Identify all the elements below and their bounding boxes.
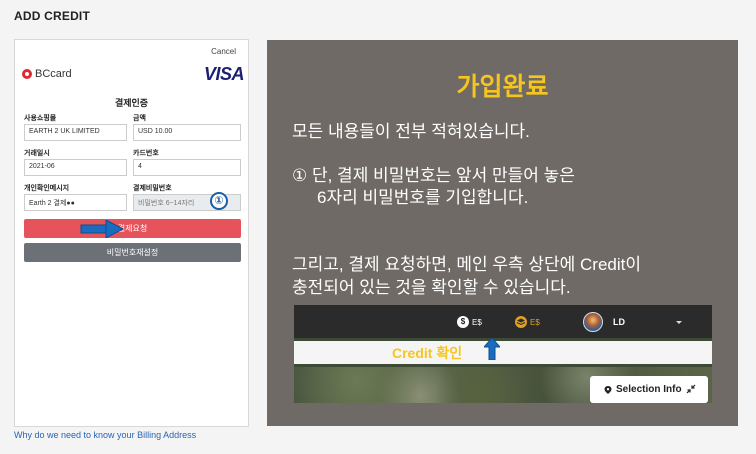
info-panel: 가입완료 모든 내용들이 전부 적혀있습니다. ① 단, 결제 비밀번호는 앞서… [267, 40, 738, 426]
card-number-label: 카드번호 [133, 150, 159, 157]
arrow-right-icon [80, 220, 124, 238]
dollar-icon: $ [457, 316, 469, 328]
currency-2-label: E$ [530, 317, 540, 327]
password-label: 결제비밀번호 [133, 185, 172, 192]
info-line-3: 6자리 비밀번호를 기입합니다. [317, 188, 529, 207]
amount-field: USD 10.00 [133, 124, 241, 141]
currency-1-label: E$ [472, 317, 482, 327]
cancel-link[interactable]: Cancel [211, 47, 236, 56]
bccard-logo-text: BCcard [35, 68, 72, 80]
bccard-logo: BCcard [22, 68, 72, 80]
payment-form-panel: Cancel BCcard VISA 결제인증 사용쇼핑몰 EARTH 2 UK… [14, 39, 249, 427]
form-title: 결제인증 [114, 98, 149, 108]
currency-balance-1[interactable]: $ E$ [457, 316, 482, 328]
app-topbar: $ E$ E$ LD [294, 305, 712, 338]
chevron-down-icon[interactable] [676, 321, 682, 324]
message-label: 개인확인메시지 [24, 185, 70, 192]
collapse-icon[interactable] [686, 384, 696, 394]
visa-logo: VISA [203, 64, 245, 84]
layers-coin-icon [515, 316, 527, 328]
date-field: 2021-06 [24, 159, 127, 176]
page-title: ADD CREDIT [14, 9, 90, 23]
merchant-field: EARTH 2 UK LIMITED [24, 124, 127, 141]
info-line-5: 충전되어 있는 것을 확인할 수 있습니다. [292, 278, 571, 297]
app-screenshot: $ E$ E$ LD Credit 확인 Selection Info [294, 305, 712, 403]
currency-balance-2[interactable]: E$ [515, 316, 540, 328]
arrow-up-icon [484, 338, 500, 360]
info-heading: 가입완료 [456, 73, 549, 101]
selection-info-label: Selection Info [616, 384, 682, 395]
app-banner [294, 341, 712, 364]
amount-label: 금액 [133, 115, 146, 122]
message-field: Earth 2 결제●● [24, 194, 127, 211]
map-pin-icon [604, 386, 612, 394]
date-label: 거래일시 [24, 150, 50, 157]
card-number-field: 4 [133, 159, 241, 176]
bccard-logo-icon [22, 69, 32, 79]
reset-password-button[interactable]: 비밀번호재설정 [24, 243, 241, 262]
avatar[interactable] [583, 312, 603, 332]
info-line-4: 그리고, 결제 요청하면, 메인 우측 상단에 Credit이 [292, 255, 642, 274]
merchant-label: 사용쇼핑몰 [24, 115, 57, 122]
billing-address-link[interactable]: Why do we need to know your Billing Addr… [14, 430, 196, 440]
info-line-1: 모든 내용들이 전부 적혀있습니다. [292, 122, 530, 141]
page: ADD CREDIT Cancel BCcard VISA 결제인증 사용쇼핑몰… [0, 0, 756, 454]
selection-info-panel[interactable]: Selection Info [590, 376, 708, 403]
step-marker: ① [210, 192, 228, 210]
credit-check-label: Credit 확인 [392, 345, 463, 361]
pay-request-button[interactable]: 결제요청 [24, 219, 241, 238]
user-name[interactable]: LD [613, 317, 625, 327]
